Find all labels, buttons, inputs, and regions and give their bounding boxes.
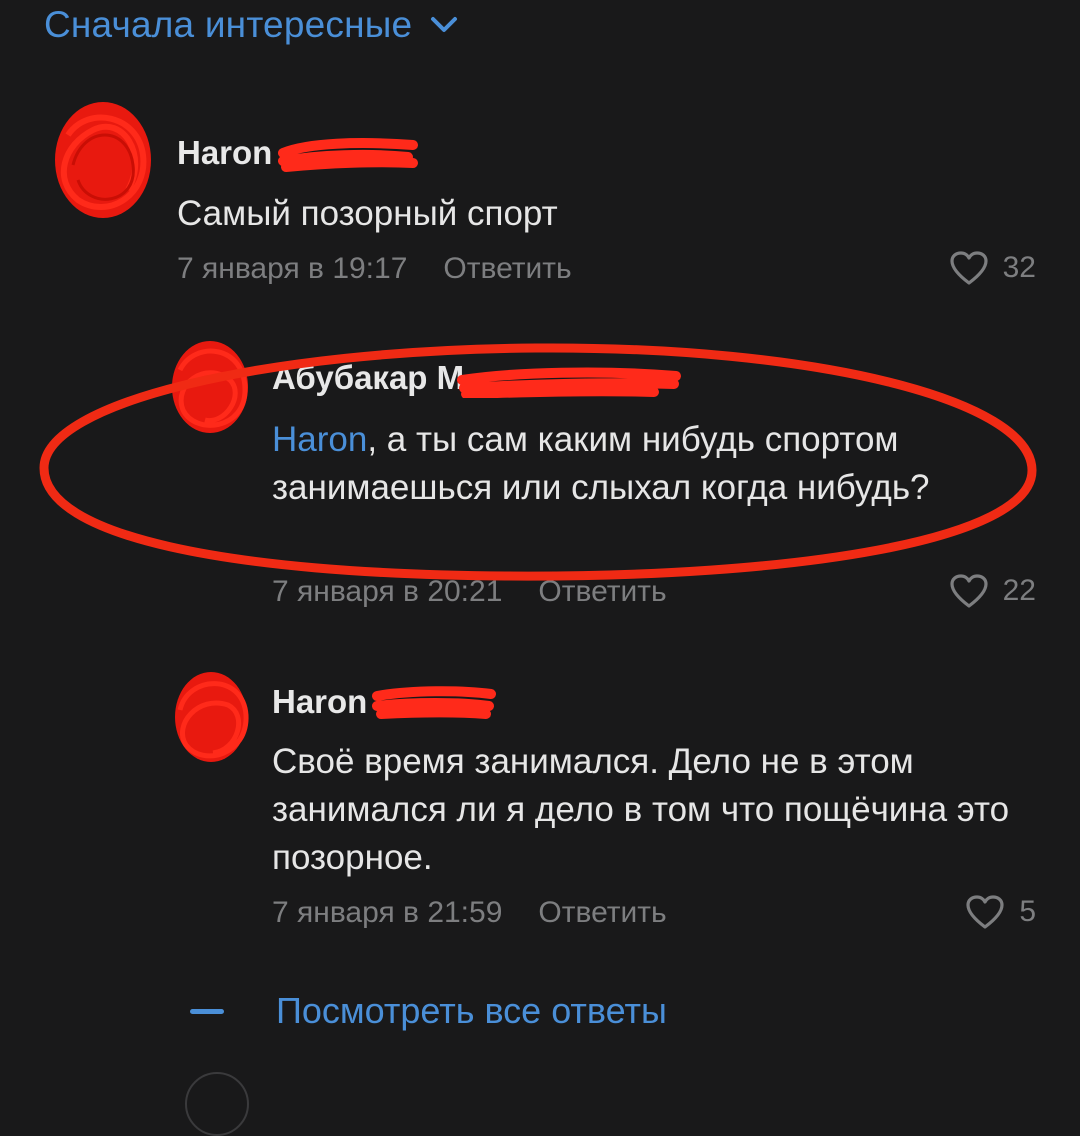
sort-label: Сначала интересные xyxy=(44,4,413,45)
reply-button[interactable]: Ответить xyxy=(538,896,666,930)
collapse-dash-icon xyxy=(190,1008,224,1014)
comment-author[interactable]: Haron xyxy=(272,683,367,721)
comment-text: Самый позорный спорт xyxy=(177,194,558,233)
avatar[interactable] xyxy=(48,95,158,225)
highlight-ellipse xyxy=(39,343,1037,581)
chevron-down-icon xyxy=(431,17,458,32)
reply-button[interactable]: Ответить xyxy=(443,252,571,286)
show-all-replies-label: Посмотреть все ответы xyxy=(276,990,667,1031)
sort-dropdown[interactable]: Сначала интересные xyxy=(44,4,458,46)
heart-icon xyxy=(966,895,1004,929)
redaction-scribble-avatar xyxy=(175,672,249,762)
comment-date: 7 января в 19:17 xyxy=(177,252,408,285)
comment-author[interactable]: Haron xyxy=(177,134,272,172)
heart-icon xyxy=(950,251,988,285)
redaction-scribble xyxy=(278,138,419,172)
like-button[interactable]: 32 xyxy=(949,250,1036,286)
like-count: 32 xyxy=(1002,251,1036,284)
comment-date: 7 января в 21:59 xyxy=(272,896,503,929)
redaction-scribble-avatar xyxy=(55,102,151,218)
like-count: 5 xyxy=(1019,895,1036,928)
avatar[interactable] xyxy=(185,1072,249,1136)
redaction-scribble xyxy=(372,686,497,719)
show-all-replies-button[interactable]: Посмотреть все ответы xyxy=(190,990,667,1032)
comment-text: Своё время занимался. Дело не в этом зан… xyxy=(272,742,1010,877)
avatar[interactable] xyxy=(168,665,253,770)
like-button[interactable]: 5 xyxy=(965,894,1036,930)
